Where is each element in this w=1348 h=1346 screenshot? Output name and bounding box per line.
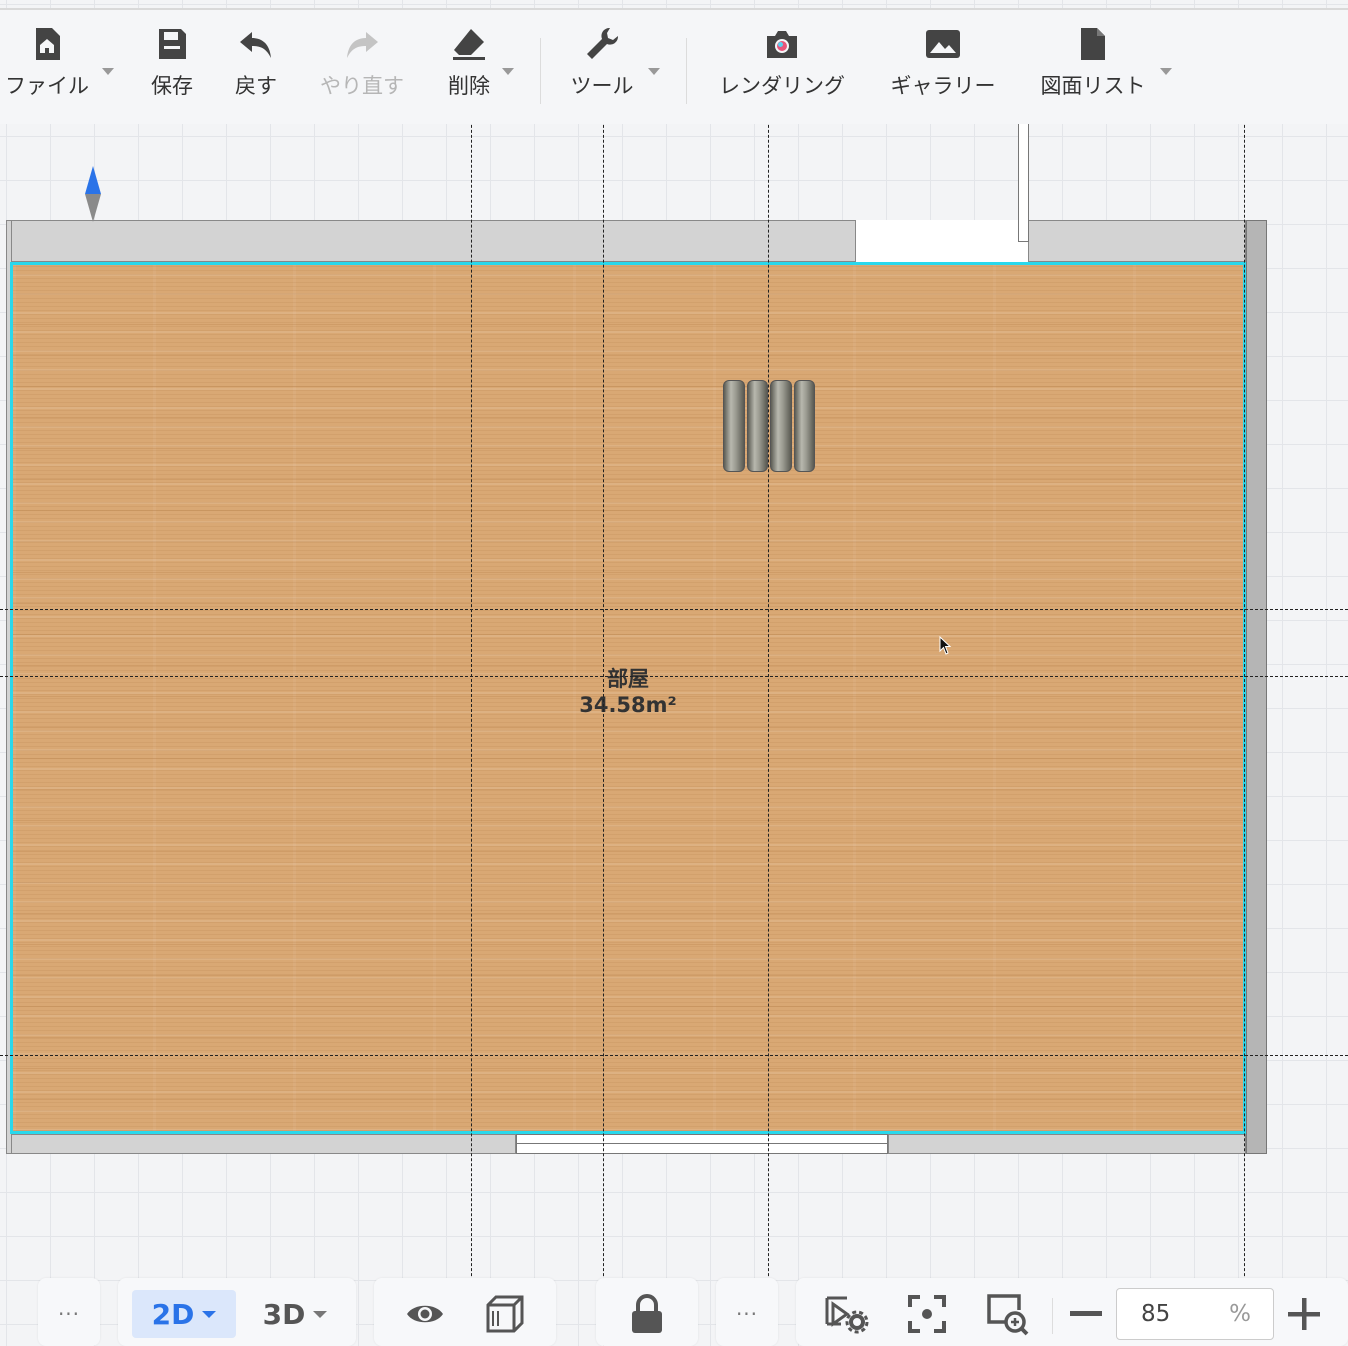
zoom-in-page-icon <box>987 1294 1029 1336</box>
undo-label: 戻す <box>235 74 277 98</box>
view-settings-button[interactable] <box>820 1290 872 1338</box>
wall-right[interactable] <box>1246 220 1267 1154</box>
rendering-label: レンダリング <box>719 74 845 98</box>
plan-list-button[interactable]: 図面リスト <box>1034 26 1152 106</box>
zoom-level-input[interactable]: 85 % <box>1116 1288 1274 1340</box>
file-dropdown-caret[interactable] <box>102 68 114 75</box>
redo-icon <box>347 32 378 58</box>
cube-icon <box>486 1295 524 1333</box>
guide-line-horizontal <box>0 1055 1348 1056</box>
tools-label: ツール <box>570 74 634 98</box>
radiator-fin <box>746 380 768 472</box>
save-button[interactable]: 保存 <box>142 26 202 106</box>
room-area: 34.58m² <box>579 693 677 717</box>
save-icon <box>159 29 186 59</box>
view-2d-button[interactable]: 2D <box>132 1290 236 1338</box>
file-label: ファイル <box>5 74 89 98</box>
tools-menu-button[interactable]: ツール <box>566 26 638 106</box>
room-name: 部屋 <box>607 667 649 691</box>
lock-button[interactable] <box>622 1290 672 1338</box>
view-3d-label: 3D <box>262 1297 306 1331</box>
door-opening <box>856 220 1028 262</box>
minus-icon <box>1070 1311 1102 1316</box>
guide-line-horizontal <box>0 609 1348 610</box>
guide-line-vertical <box>768 10 769 1346</box>
radiator-fin <box>770 380 792 472</box>
redo-label: やり直す <box>320 74 404 98</box>
toolbar-separator <box>540 38 541 104</box>
undo-icon <box>240 32 271 58</box>
home-file-icon <box>36 28 60 60</box>
view-2d-label: 2D <box>151 1297 195 1331</box>
toolbar-separator <box>686 38 687 104</box>
plan-list-label: 図面リスト <box>1040 74 1146 98</box>
mouse-cursor-icon <box>939 636 952 655</box>
eraser-icon <box>453 29 485 60</box>
wall-top-left[interactable] <box>6 220 856 262</box>
radiator-fin <box>793 380 815 472</box>
eye-icon <box>407 1305 443 1323</box>
rendering-button[interactable]: レンダリング <box>714 26 850 106</box>
more-dots: ··· <box>57 1302 81 1326</box>
guide-line-vertical <box>471 10 472 1346</box>
zoom-value: 85 <box>1141 1301 1171 1327</box>
plan-list-dropdown-caret[interactable] <box>1160 68 1172 75</box>
more-options-button[interactable]: ··· <box>48 1290 90 1338</box>
toolbar-separator <box>1052 1298 1053 1334</box>
guide-line-horizontal <box>0 676 1348 677</box>
zoom-unit: % <box>1229 1301 1251 1327</box>
tools-dropdown-caret[interactable] <box>648 68 660 75</box>
camera-icon <box>767 31 797 58</box>
delete-button[interactable]: 削除 <box>440 26 498 106</box>
window[interactable] <box>516 1134 888 1154</box>
delete-label: 削除 <box>448 74 490 98</box>
redo-button[interactable]: やり直す <box>316 26 408 106</box>
radiator-fin <box>723 380 745 472</box>
fit-to-screen-button[interactable] <box>902 1290 952 1338</box>
gallery-image-icon <box>926 30 960 58</box>
wall-top-right[interactable] <box>1028 220 1246 262</box>
lock-icon <box>632 1294 662 1333</box>
3d-box-button[interactable] <box>480 1290 530 1338</box>
zoom-region-button[interactable] <box>982 1290 1032 1338</box>
guide-line-vertical <box>603 10 604 1346</box>
zoom-out-button[interactable] <box>1062 1290 1110 1338</box>
more-options-button-mid[interactable]: ··· <box>726 1290 768 1338</box>
view-3d-button[interactable]: 3D <box>248 1290 342 1338</box>
gallery-label: ギャラリー <box>890 74 996 98</box>
wall-bottom-left[interactable] <box>6 1134 516 1154</box>
save-label: 保存 <box>151 74 193 98</box>
room-label[interactable]: 部屋 34.58m² <box>560 666 696 718</box>
radiator[interactable] <box>722 380 816 472</box>
view-settings-icon <box>825 1296 869 1334</box>
wrench-icon <box>587 27 619 59</box>
document-icon <box>1081 28 1105 60</box>
zoom-in-button[interactable] <box>1280 1290 1328 1338</box>
compass-icon[interactable] <box>84 166 102 222</box>
wall-bottom-right[interactable] <box>888 1134 1246 1154</box>
chevron-down-icon <box>313 1310 328 1318</box>
plus-icon <box>1288 1298 1320 1330</box>
more-dots: ··· <box>735 1302 759 1326</box>
delete-dropdown-caret[interactable] <box>502 68 514 75</box>
file-menu-button[interactable]: ファイル <box>0 26 94 106</box>
undo-button[interactable]: 戻す <box>226 26 286 106</box>
chevron-down-icon <box>202 1310 217 1318</box>
visibility-button[interactable] <box>400 1290 450 1338</box>
gallery-button[interactable]: ギャラリー <box>884 26 1002 106</box>
guide-line-vertical <box>1244 10 1245 1346</box>
focus-frame-icon <box>908 1295 946 1333</box>
